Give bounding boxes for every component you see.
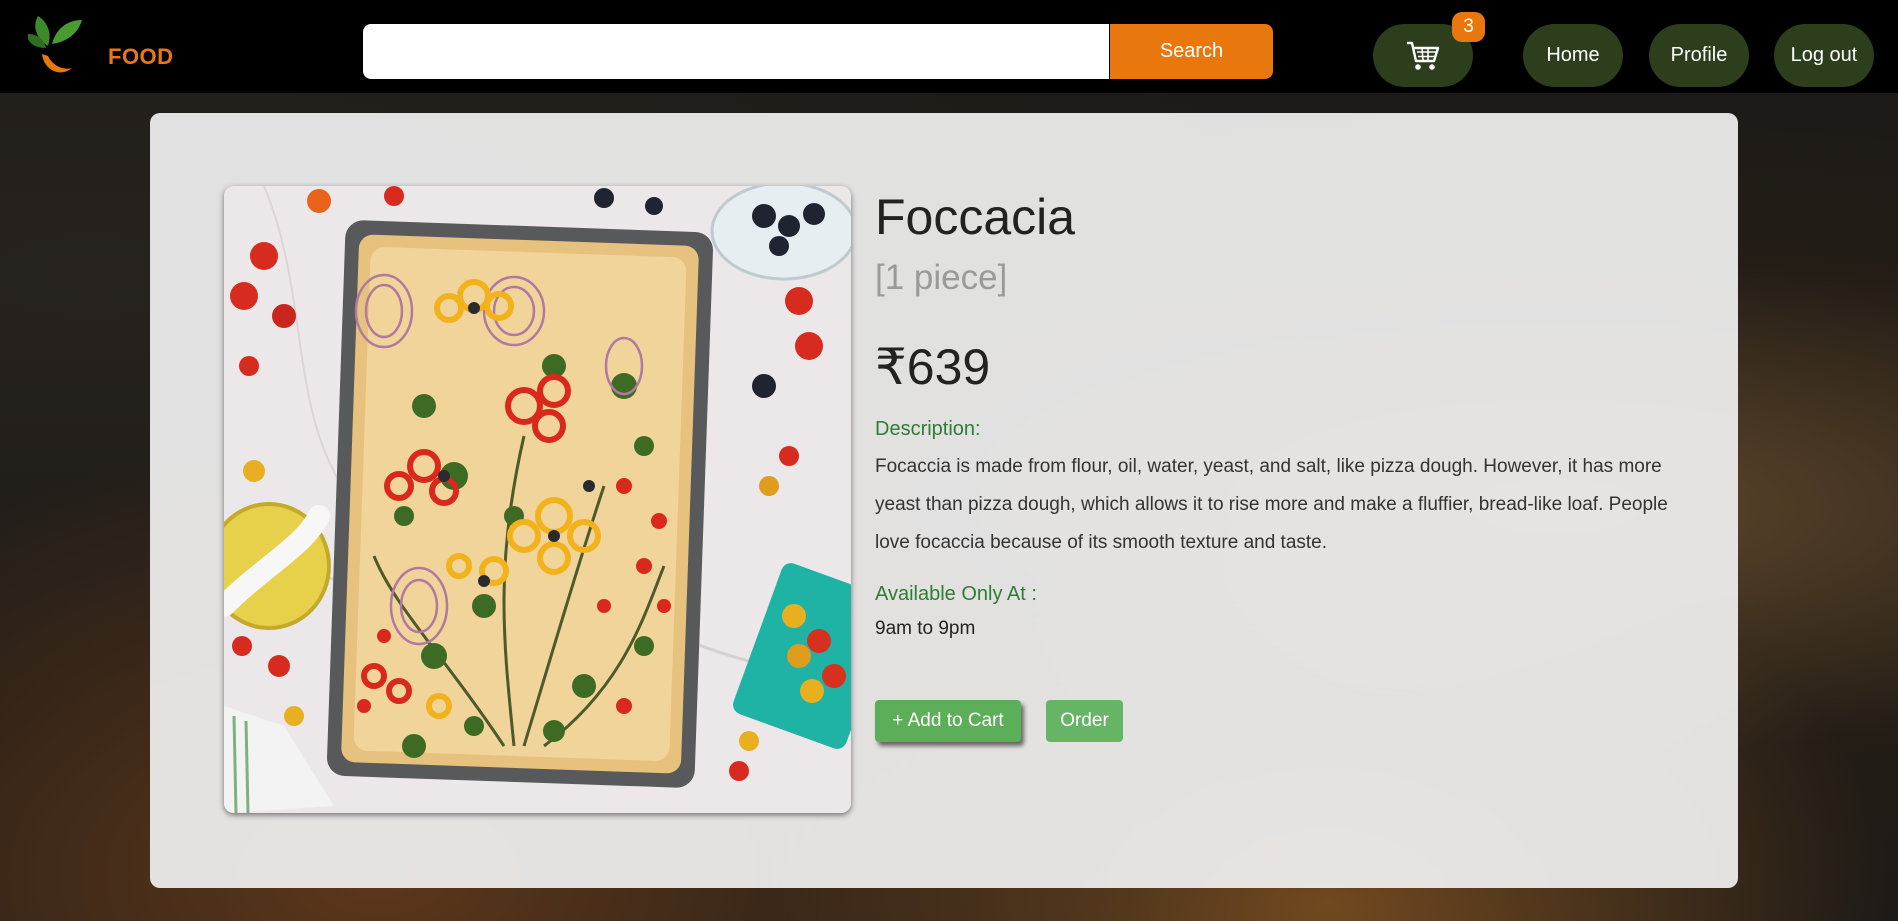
shopping-cart-icon — [1407, 41, 1440, 70]
cart-count-badge: 3 — [1452, 12, 1485, 42]
product-quantity: [1 piece] — [875, 258, 1008, 297]
order-button[interactable]: Order — [1046, 700, 1123, 742]
logo-text: FOOD — [108, 44, 174, 69]
product-price: ₹639 — [875, 339, 991, 395]
product-title: Foccacia — [875, 189, 1076, 245]
availability-label: Available Only At : — [875, 583, 1037, 605]
description-label: Description: — [875, 418, 981, 440]
search-input[interactable] — [363, 24, 1109, 79]
top-navbar: FOOD Search 3 Home Profile Log out — [0, 0, 1898, 93]
product-image — [224, 186, 851, 813]
nav-home-button[interactable]: Home — [1523, 24, 1623, 87]
availability-hours: 9am to 9pm — [875, 618, 976, 639]
food-logo[interactable]: FOOD — [26, 8, 173, 80]
search-button[interactable]: Search — [1110, 24, 1273, 79]
product-card: Foccacia [1 piece] ₹639 Description: Foc… — [150, 113, 1738, 888]
nav-profile-button[interactable]: Profile — [1649, 24, 1749, 87]
logout-button[interactable]: Log out — [1774, 24, 1874, 87]
product-description: Focaccia is made from flour, oil, water,… — [875, 456, 1668, 553]
add-to-cart-button[interactable]: + Add to Cart — [875, 700, 1021, 742]
leaf-logo-icon — [27, 16, 82, 73]
